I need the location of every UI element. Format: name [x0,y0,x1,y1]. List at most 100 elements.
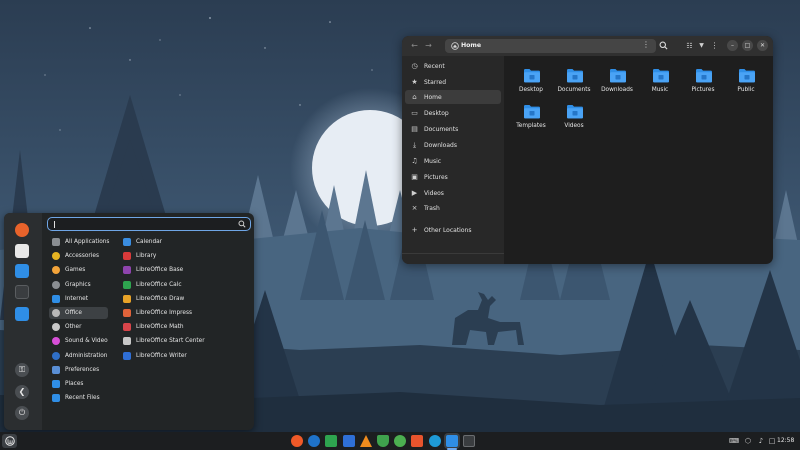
update-manager-icon[interactable] [394,435,407,447]
firefox-icon[interactable] [15,223,29,237]
forward-arrow-icon[interactable]: → [422,40,435,52]
application-menu: ⚿ ❮ ⏻ All Applications Accessories Games Grap… [4,213,254,430]
category-other[interactable]: Other [49,321,108,333]
brave-icon[interactable] [291,435,303,447]
sidebar-item-label: Pictures [424,173,448,181]
category-office[interactable]: Office [49,307,108,319]
office-icon [52,309,60,317]
terminal-icon[interactable] [15,285,29,299]
category-administration[interactable]: Administration [49,350,108,362]
sidebar-item-recent[interactable]: ◷ Recent [405,59,501,73]
keyboard-layout-icon[interactable]: ⌨ [729,436,739,446]
path-menu-icon[interactable]: ⋮ [642,40,650,49]
app-libreoffice-impress[interactable]: LibreOffice Impress [120,307,250,319]
app-label: LibreOffice Start Center [136,338,205,345]
category-accessories[interactable]: Accessories [49,250,108,262]
path-bar[interactable]: Home ⋮ [445,39,656,53]
sidebar-item-starred[interactable]: ★ Starred [405,75,501,89]
sidebar-item-music[interactable]: ♫ Music [405,154,501,168]
app-libreoffice-start-center[interactable]: LibreOffice Start Center [120,335,250,347]
folder-videos[interactable]: Videos [552,104,596,140]
sidebar-item-desktop[interactable]: ▭ Desktop [405,106,501,120]
notifications-icon[interactable]: □ [767,436,777,446]
star-icon: ★ [411,78,418,86]
vlc-icon[interactable] [359,435,372,447]
category-all-applications[interactable]: All Applications [49,236,110,248]
category-label: Preferences [65,366,100,373]
app-libreoffice-calc[interactable]: LibreOffice Calc [120,279,250,291]
menu-button[interactable] [2,434,17,448]
sidebar-item-documents[interactable]: ▤ Documents [405,122,501,136]
files-icon[interactable] [15,307,29,321]
logout-button[interactable]: ❮ [15,385,29,399]
folder-downloads[interactable]: Downloads [595,68,639,104]
libreoffice-base-icon [123,266,131,275]
maximize-icon[interactable]: □ [742,40,753,51]
krita-icon[interactable] [428,435,441,447]
app-library[interactable]: Library [120,250,250,262]
gufw-firewall-icon[interactable] [377,435,389,447]
games-icon [52,266,60,275]
network-icon[interactable]: ⬡ [743,436,753,446]
home-icon [451,42,459,50]
thunderbird-icon[interactable] [308,435,321,447]
calendar-icon [123,238,131,246]
category-graphics[interactable]: Graphics [49,279,108,291]
category-internet[interactable]: Internet [49,293,108,305]
folder-desktop[interactable]: Desktop [509,68,553,104]
home-icon: ⌂ [412,93,417,101]
desktop-folder-icon [523,68,541,83]
power-button[interactable]: ⏻ [15,406,29,420]
folder-templates[interactable]: Templates [509,104,553,140]
sidebar-item-videos[interactable]: ▶ Videos [405,186,501,200]
libreoffice-writer-taskbar-icon[interactable] [342,435,355,447]
folder-music[interactable]: Music [638,68,682,104]
app-libreoffice-base[interactable]: LibreOffice Base [120,264,250,276]
category-games[interactable]: Games [49,264,108,276]
lock-screen-button[interactable]: ⚿ [15,363,29,377]
sidebar-item-other-locations[interactable]: + Other Locations [405,223,501,237]
app-libreoffice-math[interactable]: LibreOffice Math [120,321,250,333]
category-sound-video[interactable]: Sound & Video [49,335,108,347]
mint-logo-icon [4,436,15,446]
files-taskbar-icon[interactable] [445,435,458,447]
category-places[interactable]: Places [49,378,108,390]
folder-label: Videos [564,123,584,129]
software-center-icon[interactable] [15,244,29,258]
category-recent-files[interactable]: Recent Files [49,392,108,404]
sidebar-item-home[interactable]: ⌂ Home [405,90,501,104]
sidebar-item-pictures[interactable]: ▣ Pictures [405,170,501,184]
clock[interactable]: 12:58 [777,437,794,444]
category-label: Office [65,310,82,316]
taskbar: 12:58 ⌨ ⬡ ♪ □ [0,432,800,450]
sidebar-item-downloads[interactable]: ⤓ Downloads [405,138,501,152]
folder-documents[interactable]: Documents [552,68,596,104]
folder-public[interactable]: Public [724,68,768,104]
other-icon [52,323,60,332]
app-libreoffice-draw[interactable]: LibreOffice Draw [120,293,250,305]
settings-icon[interactable] [15,264,29,278]
folder-label: Public [737,87,755,93]
category-preferences[interactable]: Preferences [49,364,108,376]
app-calendar[interactable]: Calendar [120,236,250,248]
back-arrow-icon[interactable]: ← [408,40,421,52]
libreoffice-math-icon [123,323,131,332]
sidebar-item-label: Desktop [424,109,449,117]
search-input[interactable] [47,217,251,231]
close-icon[interactable]: ✕ [757,40,768,51]
minimize-icon[interactable]: – [727,40,738,51]
file-manager-headerbar: ← → Home ⋮ ☷ ▼ ⋮ – □ ✕ [402,36,773,56]
volume-icon[interactable]: ♪ [756,436,766,446]
screenshot-tool-icon[interactable] [411,435,424,447]
terminal-taskbar-icon[interactable] [463,435,475,447]
app-label: LibreOffice Writer [136,352,187,359]
search-icon[interactable] [659,41,668,50]
app-libreoffice-writer[interactable]: LibreOffice Writer [120,350,250,362]
category-label: All Applications [65,239,110,245]
folder-pictures[interactable]: Pictures [681,68,725,104]
main-menu-icon[interactable]: ⋮ [708,40,721,52]
sidebar-item-trash[interactable]: ⨯ Trash [405,201,501,215]
view-dropdown-icon[interactable]: ▼ [695,40,708,52]
app-label: Library [136,253,157,260]
libreoffice-calc-taskbar-icon[interactable] [325,435,338,447]
